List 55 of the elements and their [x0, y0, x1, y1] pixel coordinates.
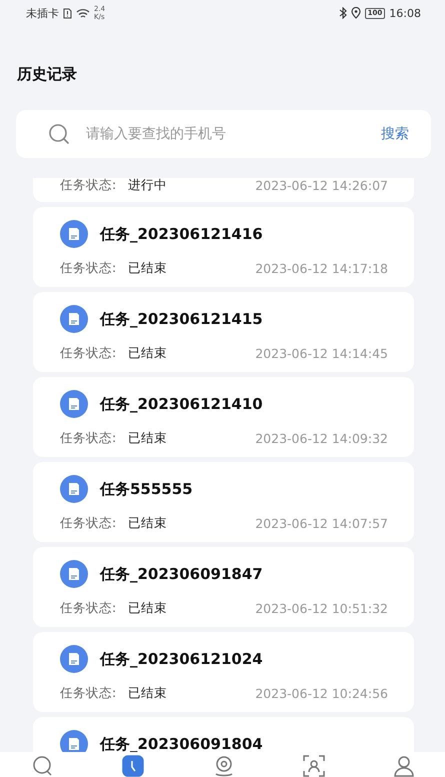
task-title: 任务_202306121024: [100, 650, 263, 668]
status-value: 已结束: [128, 260, 168, 277]
task-card[interactable]: 任务_202306121024 任务状态: 已结束 2023-06-12 10:24:56: [33, 632, 414, 712]
status-value: 进行中: [128, 178, 168, 194]
task-card[interactable]: 任务_202306121416 任务状态: 已结束 2023-06-12 14:17:18: [33, 207, 414, 287]
document-icon: [60, 220, 88, 248]
task-card[interactable]: 任务_202306091804: [33, 717, 414, 752]
task-time: 2023-06-12 10:51:32: [255, 601, 388, 616]
task-title: 任务_202306091847: [100, 564, 263, 584]
wifi-icon: [76, 8, 90, 18]
person-icon: [393, 755, 415, 777]
task-title: 任务_202306121415: [100, 310, 263, 328]
search-button[interactable]: 搜索: [381, 125, 409, 143]
clock-time: 16:08: [389, 6, 421, 20]
status-label: 任务状态:: [60, 260, 116, 277]
document-icon: [60, 560, 88, 588]
search-icon: [32, 755, 54, 777]
task-time: 2023-06-12 14:09:32: [255, 431, 388, 446]
status-label: 任务状态:: [60, 515, 116, 532]
status-label: 任务状态:: [60, 685, 116, 702]
task-card[interactable]: 任务_202306121410 任务状态: 已结束 2023-06-12 14:09:32: [33, 377, 414, 457]
task-time: 2023-06-12 14:26:07: [255, 178, 388, 193]
sim-icon: [63, 8, 72, 18]
status-label: 任务状态:: [60, 178, 116, 194]
carrier-text: 未插卡: [26, 6, 59, 20]
task-time: 2023-06-12 14:07:57: [255, 516, 388, 531]
status-value: 已结束: [128, 600, 168, 617]
status-value: 已结束: [128, 430, 168, 447]
document-icon: [60, 390, 88, 418]
status-value: 已结束: [128, 685, 168, 702]
task-time: 2023-06-12 14:17:18: [255, 261, 388, 276]
phone-search-field[interactable]: 请输入要查找的手机号 搜索: [16, 110, 431, 158]
task-card[interactable]: 任务状态: 进行中 2023-06-12 14:26:07: [33, 178, 414, 202]
task-title: 任务_202306121410: [100, 394, 263, 414]
document-icon: [60, 305, 88, 333]
status-label: 任务状态:: [60, 600, 116, 617]
status-label: 任务状态:: [60, 345, 116, 362]
location-icon: [350, 7, 361, 19]
task-time: 2023-06-12 14:14:45: [255, 346, 388, 361]
task-card[interactable]: 任务555555 任务状态: 已结束 2023-06-12 14:07:57: [33, 462, 414, 542]
status-value: 已结束: [128, 515, 168, 532]
task-card[interactable]: 任务_202306091847 任务状态: 已结束 2023-06-12 10:51:32: [33, 547, 414, 627]
search-icon: [48, 123, 70, 145]
task-title: 任务_202306121416: [100, 224, 263, 244]
task-time: 2023-06-12 10:24:56: [255, 686, 388, 701]
bluetooth-icon: [338, 7, 347, 19]
face-scan-icon: [302, 755, 325, 777]
status-value: 已结束: [128, 345, 168, 362]
page-title: 历史记录: [17, 64, 77, 84]
document-icon: [60, 645, 88, 673]
document-icon: [60, 475, 88, 503]
task-title: 任务555555: [100, 480, 193, 498]
task-card[interactable]: 任务_202306121415 任务状态: 已结束 2023-06-12 14:14:45: [33, 292, 414, 372]
task-title: 任务_202306091804: [100, 734, 263, 752]
status-label: 任务状态:: [60, 430, 116, 447]
